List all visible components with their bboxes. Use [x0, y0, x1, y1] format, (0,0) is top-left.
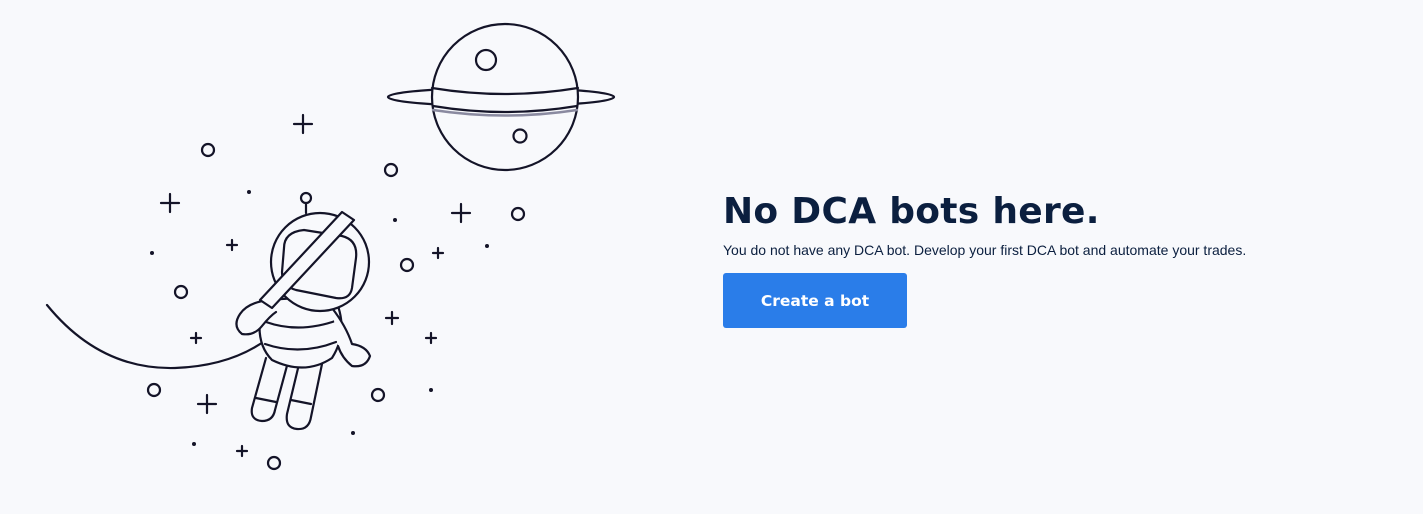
planet-icon [386, 22, 616, 172]
moon-arc [45, 303, 268, 370]
astronaut-icon [235, 191, 372, 431]
empty-state-panel: No DCA bots here. You do not have any DC… [723, 190, 1403, 328]
empty-state-description: You do not have any DCA bot. Develop you… [723, 242, 1247, 258]
empty-state-title: No DCA bots here. [723, 191, 1100, 232]
dca-bots-empty-page: No DCA bots here. You do not have any DC… [0, 0, 1423, 514]
astronaut-illustration [0, 0, 700, 514]
create-bot-button[interactable]: Create a bot [723, 273, 907, 328]
